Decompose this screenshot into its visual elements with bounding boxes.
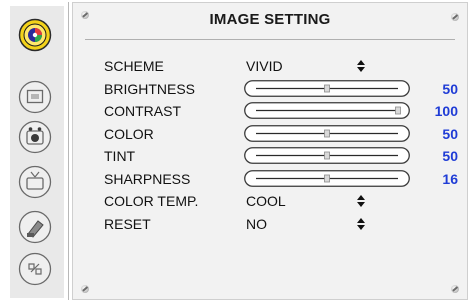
setting-row-contrast[interactable]: CONTRAST 100 — [0, 100, 472, 122]
level-slider[interactable] — [244, 147, 410, 164]
setting-value-number: 100 — [434, 103, 458, 119]
level-slider[interactable] — [244, 79, 410, 97]
setting-label: COLOR TEMP. — [104, 193, 199, 209]
setting-value-number: 50 — [442, 80, 458, 97]
screw-bottom-right-icon — [451, 285, 459, 293]
up-down-arrow-icon[interactable] — [357, 195, 365, 207]
level-slider[interactable] — [244, 102, 410, 119]
setting-label: BRIGHTNESS — [104, 80, 196, 97]
screw-bottom-left-icon — [81, 285, 89, 293]
osd-window: IMAGE SETTING SCHEME VIVID BRIGHTNESS 50 CON… — [0, 0, 472, 303]
setting-value[interactable]: VIVID — [246, 55, 283, 77]
up-down-arrow-icon[interactable] — [357, 60, 365, 72]
setting-label: CONTRAST — [104, 103, 181, 119]
image-setting-icon[interactable] — [18, 18, 52, 52]
setting-value-number: 50 — [442, 148, 458, 164]
title-divider — [85, 39, 455, 40]
setup-icon[interactable] — [18, 252, 52, 286]
slider-knob[interactable] — [324, 129, 330, 137]
panel-title: IMAGE SETTING — [209, 11, 331, 28]
slider-knob[interactable] — [324, 174, 330, 182]
setting-value[interactable]: COOL — [246, 190, 286, 212]
setting-row-scheme[interactable]: SCHEME VIVID — [0, 55, 472, 77]
level-slider[interactable] — [244, 169, 410, 187]
setting-row-brightness[interactable]: BRIGHTNESS 50 — [0, 78, 472, 100]
setting-row-reset[interactable]: RESET NO — [0, 213, 472, 235]
setting-row-tint[interactable]: TINT 50 — [0, 145, 472, 167]
setting-value-number: 16 — [442, 170, 458, 187]
setting-row-color-temp[interactable]: COLOR TEMP. COOL — [0, 190, 472, 212]
level-slider[interactable] — [244, 124, 410, 142]
setting-label: SCHEME — [104, 58, 164, 74]
setting-label: SHARPNESS — [104, 170, 191, 187]
slider-knob[interactable] — [395, 106, 401, 115]
slider-knob[interactable] — [324, 151, 330, 160]
setting-row-color[interactable]: COLOR 50 — [0, 123, 472, 145]
setting-label: RESET — [104, 215, 151, 232]
slider-knob[interactable] — [324, 84, 330, 92]
setting-value-number: 50 — [442, 125, 458, 142]
setting-label: TINT — [104, 148, 136, 164]
setting-value[interactable]: NO — [246, 213, 267, 235]
setting-row-sharpness[interactable]: SHARPNESS 16 — [0, 168, 472, 190]
up-down-arrow-icon[interactable] — [357, 217, 365, 230]
setting-label: COLOR — [104, 125, 154, 142]
